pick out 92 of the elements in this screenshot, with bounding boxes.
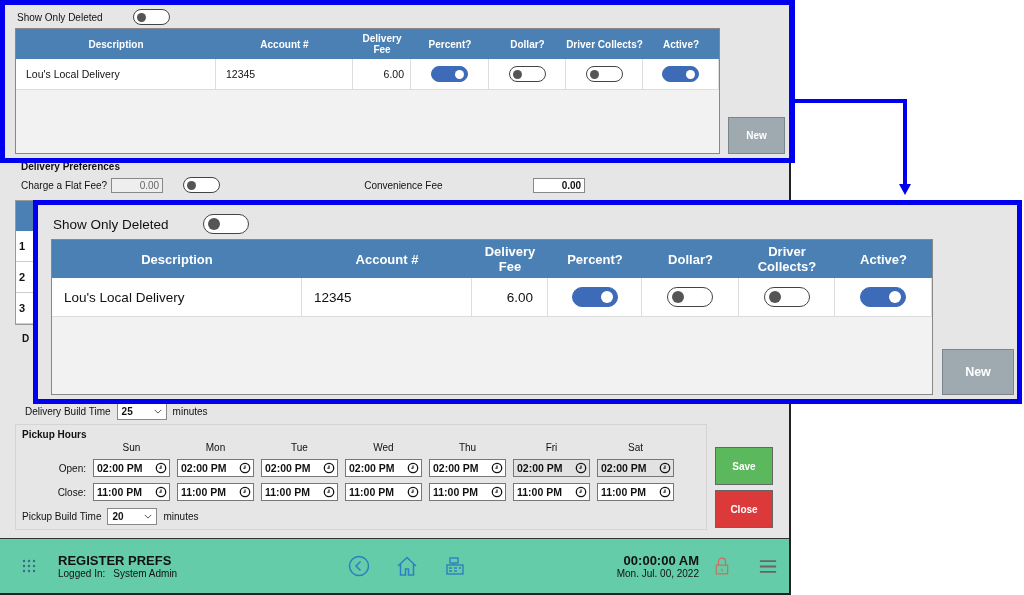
clock-icon[interactable] (323, 486, 335, 499)
toggle-switch[interactable] (431, 66, 468, 82)
chevron-icon (144, 514, 153, 520)
column-header: Delivery Fee (361, 32, 403, 57)
time-field[interactable]: 02:00 PM (429, 459, 506, 478)
table-cell: Lou's Local Delivery (26, 68, 120, 80)
time-field[interactable]: 02:00 PM (261, 459, 338, 478)
clock-icon[interactable] (239, 486, 251, 499)
toggle-switch[interactable] (585, 66, 623, 82)
column-header: Percent? (566, 250, 624, 269)
clock-icon[interactable] (239, 462, 251, 475)
row-number: 3 (19, 302, 26, 315)
clock-time: 00:00:00 AM (622, 553, 699, 569)
user-name: System Admin (113, 568, 178, 580)
table-cell: 12345 (314, 289, 352, 305)
time-field[interactable]: 02:00 PM (177, 459, 254, 478)
apps-grid-icon[interactable] (22, 559, 36, 574)
toggle-switch[interactable] (508, 66, 546, 82)
clock-icon[interactable] (659, 486, 671, 499)
table-cell: 6.00 (383, 68, 404, 80)
section-title: Pickup Hours (22, 429, 88, 441)
column-header: Dollar? (667, 250, 714, 269)
clock-icon[interactable] (491, 486, 503, 499)
time-field[interactable]: 02:00 PM (345, 459, 422, 478)
row-number: 2 (19, 271, 26, 284)
chevron-icon (153, 409, 162, 415)
toggle-switch[interactable] (763, 287, 810, 307)
day-label: Tue (290, 442, 309, 454)
toggle-switch[interactable] (667, 287, 713, 307)
toggle-switch[interactable] (860, 287, 906, 307)
toggle-switch[interactable] (202, 214, 249, 234)
clock-icon[interactable] (491, 462, 503, 475)
field-label: Delivery Build Time (25, 406, 111, 418)
column-header: Active? (661, 37, 701, 52)
column-header: Dollar? (509, 37, 546, 52)
day-label: Wed (372, 442, 395, 454)
table-row[interactable]: Lou's Local Delivery 12345 6.00 (52, 278, 932, 317)
unit-label: minutes (172, 406, 208, 418)
build-time-dropdown[interactable]: 20 (107, 508, 158, 526)
clock-icon[interactable] (155, 486, 167, 499)
day-label: Sat (627, 442, 644, 454)
show-only-deleted-label: Show Only Deleted (53, 216, 169, 232)
flat-fee-field[interactable]: 0.00 (111, 177, 164, 193)
time-field[interactable]: 11:00 PM (513, 483, 590, 502)
close-button[interactable]: Close (715, 490, 773, 529)
column-header: Description (87, 37, 145, 52)
column-header: Driver Collects? (566, 37, 643, 52)
logged-in-label: Logged In: (58, 568, 106, 580)
column-header: Description (140, 250, 214, 269)
toggle-switch[interactable] (183, 177, 221, 194)
time-field[interactable]: 11:00 PM (261, 483, 338, 502)
day-label: Sun (121, 442, 142, 454)
row-label: Open: (57, 462, 86, 474)
screen-title: REGISTER PREFS (58, 553, 173, 569)
clock-icon[interactable] (155, 462, 167, 475)
time-field[interactable]: 11:00 PM (177, 483, 254, 502)
column-header: Active? (859, 250, 908, 269)
field-label: Pickup Build Time (22, 511, 102, 523)
column-header: Account # (354, 250, 420, 269)
table-cell: Lou's Local Delivery (64, 289, 185, 305)
toggle-switch[interactable] (132, 9, 170, 25)
column-header: Percent? (427, 37, 473, 52)
table-cell: 6.00 (506, 289, 533, 305)
row-number: 1 (19, 240, 26, 253)
table-row[interactable]: Lou's Local Delivery 12345 6.00 (16, 59, 719, 90)
toggle-switch[interactable] (571, 287, 618, 307)
row-label: Close: (56, 486, 86, 498)
clock-icon[interactable] (575, 486, 587, 499)
time-field[interactable]: 11:00 PM (429, 483, 506, 502)
day-label: Thu (457, 442, 478, 454)
table-cell: 12345 (226, 68, 256, 80)
clock-icon[interactable] (407, 462, 419, 475)
time-field[interactable]: 11:00 PM (345, 483, 422, 502)
day-label: Mon (204, 442, 227, 454)
menu-icon[interactable] (759, 558, 777, 574)
field-label: Charge a Flat Fee? (21, 179, 108, 191)
column-header: Account # (259, 37, 310, 52)
toggle-switch[interactable] (662, 66, 699, 82)
time-field[interactable]: 11:00 PM (597, 483, 674, 502)
unit-label: minutes (163, 511, 199, 523)
field-label: Convenience Fee (364, 179, 444, 191)
clock-icon[interactable] (407, 486, 419, 499)
clock-icon[interactable] (323, 462, 335, 475)
time-field[interactable]: 02:00 PM (93, 459, 170, 478)
group-label: D (21, 333, 31, 345)
show-only-deleted-label: Show Only Deleted (17, 11, 103, 23)
column-header: Driver Collects? (756, 243, 818, 276)
clock-date: Mon. Jul. 00, 2022 (616, 568, 699, 580)
convenience-fee-field[interactable]: 0.00 (533, 177, 586, 193)
column-header: Delivery Fee (483, 243, 537, 276)
day-label: Fri (544, 442, 559, 454)
time-field[interactable]: 11:00 PM (93, 483, 170, 502)
